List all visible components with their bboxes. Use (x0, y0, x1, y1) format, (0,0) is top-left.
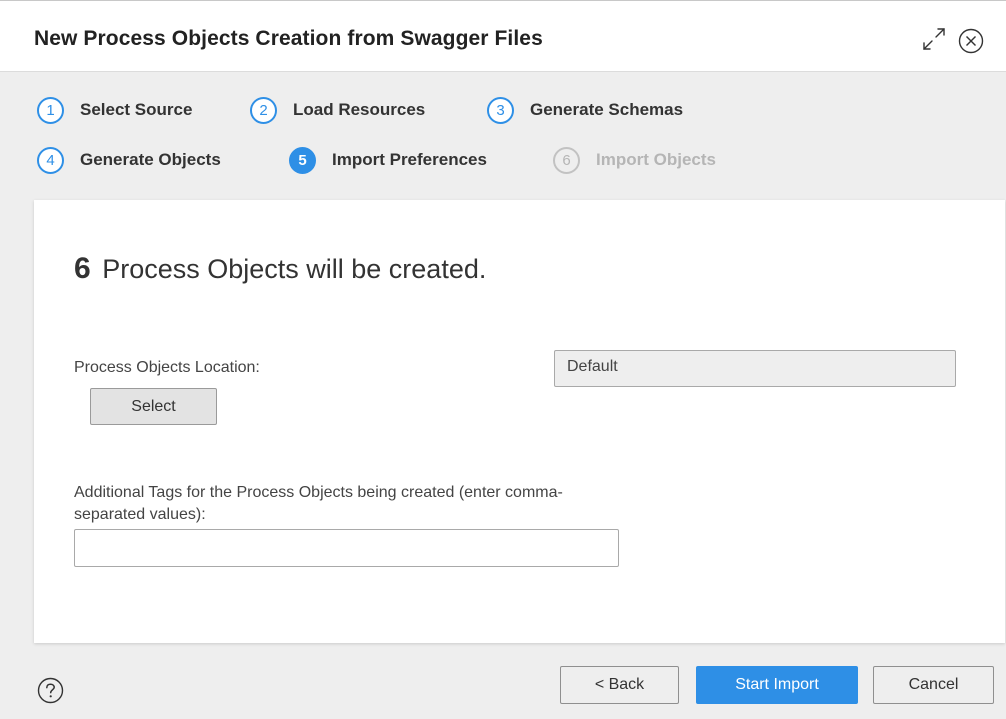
location-label: Process Objects Location: (74, 359, 260, 376)
step-number: 6 (553, 146, 580, 174)
step-label: Load Resources (293, 100, 426, 119)
dialog-header: New Process Objects Creation from Swagge… (0, 1, 1006, 72)
objects-count-headline: 6 Process Objects will be created. (74, 252, 486, 286)
dialog-title: New Process Objects Creation from Swagge… (34, 27, 543, 50)
tags-input[interactable] (74, 529, 619, 567)
step-select-source[interactable]: 1 Select Source (37, 95, 192, 125)
expand-arrows-icon[interactable] (921, 26, 947, 52)
close-circle-icon[interactable] (958, 28, 984, 54)
cancel-button[interactable]: Cancel (873, 666, 994, 704)
import-preferences-panel: 6 Process Objects will be created. Proce… (34, 200, 1005, 643)
step-label: Select Source (80, 100, 193, 119)
step-number: 5 (289, 146, 316, 174)
wizard-steps: 1 Select Source 2 Load Resources 3 Gener… (0, 72, 1006, 200)
back-button[interactable]: < Back (560, 666, 679, 704)
step-import-preferences[interactable]: 5 Import Preferences (289, 145, 487, 175)
step-label: Generate Schemas (530, 100, 684, 119)
step-load-resources[interactable]: 2 Load Resources (250, 95, 425, 125)
step-number: 3 (487, 96, 514, 124)
location-value-field: Default (554, 350, 956, 387)
tags-label: Additional Tags for the Process Objects … (74, 484, 563, 523)
step-import-objects: 6 Import Objects (553, 145, 716, 175)
start-import-button[interactable]: Start Import (696, 666, 858, 704)
step-number: 2 (250, 96, 277, 124)
help-circle-icon[interactable] (37, 677, 64, 704)
select-location-button[interactable]: Select (90, 388, 217, 425)
object-count: 6 (74, 252, 91, 285)
step-number: 4 (37, 146, 64, 174)
step-number: 1 (37, 96, 64, 124)
step-generate-objects[interactable]: 4 Generate Objects (37, 145, 221, 175)
headline-text: Process Objects will be created. (102, 254, 487, 284)
step-generate-schemas[interactable]: 3 Generate Schemas (487, 95, 683, 125)
swagger-import-dialog: New Process Objects Creation from Swagge… (0, 0, 1006, 719)
step-label: Generate Objects (80, 150, 221, 169)
step-label: Import Preferences (332, 150, 487, 169)
step-label: Import Objects (596, 150, 716, 169)
dialog-footer: < Back Start Import Cancel (0, 643, 1006, 719)
